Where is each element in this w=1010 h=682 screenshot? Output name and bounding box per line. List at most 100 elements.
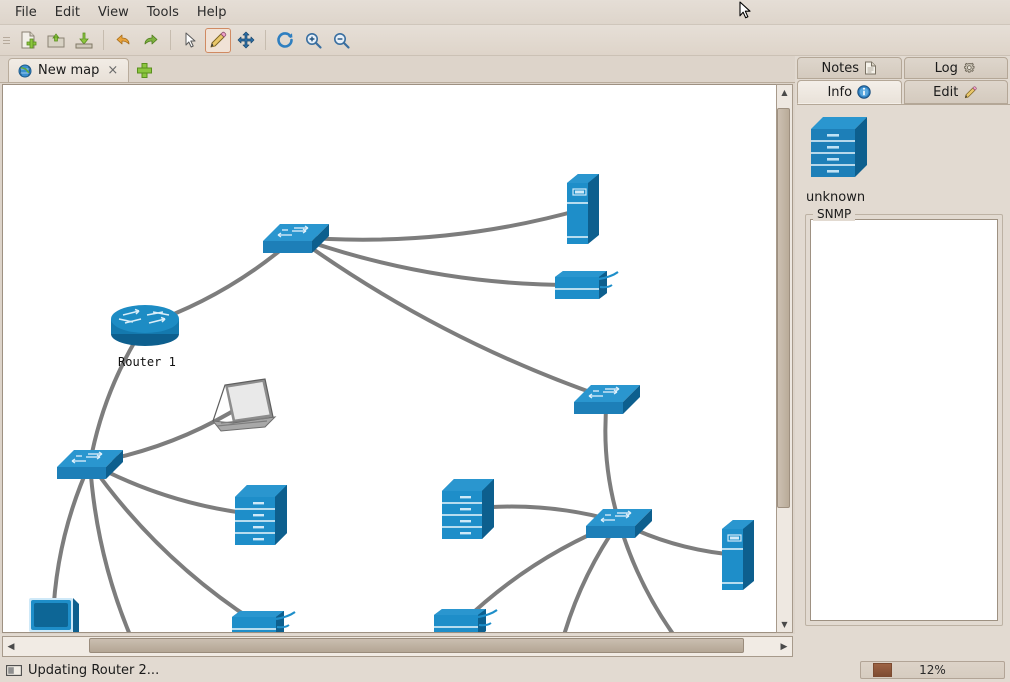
status-progress-icon xyxy=(6,664,22,676)
map-node-rack[interactable] xyxy=(235,485,287,545)
map-node-printer[interactable] xyxy=(434,609,498,633)
status-bar: Updating Router 2... xyxy=(0,658,1010,682)
network-link xyxy=(603,396,621,524)
progress-bar-label: 12% xyxy=(919,663,946,677)
progress-bar-pulse xyxy=(873,663,892,677)
snmp-content-area[interactable] xyxy=(810,219,998,621)
map-node-printer[interactable] xyxy=(232,611,296,633)
rack-cabinet-icon xyxy=(811,117,867,177)
pencil-icon xyxy=(210,31,227,48)
snmp-group-box: SNMP xyxy=(805,207,1003,626)
undo-button[interactable] xyxy=(110,28,136,53)
info-circle-icon xyxy=(857,85,871,99)
pencil-icon xyxy=(965,85,978,98)
panel-tab-row-top: Notes Log xyxy=(797,57,1010,79)
toolbar-separator xyxy=(265,30,266,50)
map-node-server[interactable] xyxy=(567,174,599,244)
zoom-in-button[interactable] xyxy=(300,28,326,53)
panel-tab-row-bottom: Info Edit xyxy=(797,80,1010,104)
select-tool-button[interactable] xyxy=(177,28,203,53)
map-node-laptop[interactable] xyxy=(211,378,277,432)
network-link xyxy=(294,207,585,242)
horizontal-scroll-track[interactable] xyxy=(19,638,776,655)
main-toolbar xyxy=(0,25,1010,56)
gear-icon xyxy=(964,62,975,73)
status-message: Updating Router 2... xyxy=(28,662,160,678)
menu-file[interactable]: File xyxy=(6,2,46,23)
map-canvas-area: Router 1 xyxy=(0,83,795,634)
vertical-scroll-thumb[interactable] xyxy=(777,108,790,508)
map-node-server[interactable] xyxy=(722,520,754,590)
save-disk-icon xyxy=(75,32,93,49)
map-tab-close-icon[interactable]: × xyxy=(105,63,120,78)
map-node-router[interactable] xyxy=(111,305,179,346)
map-tab-strip: New map × xyxy=(0,56,795,83)
undo-arrow-icon xyxy=(116,34,130,45)
network-link xyxy=(294,235,585,288)
canvas-horizontal-scrollbar[interactable]: ◀ ▶ xyxy=(2,636,793,657)
new-map-button[interactable] xyxy=(15,28,41,53)
refresh-icon xyxy=(277,32,293,48)
save-map-button[interactable] xyxy=(71,28,97,53)
zoom-out-icon xyxy=(334,33,350,49)
draw-tool-button[interactable] xyxy=(205,27,231,53)
info-panel-body: unknown SNMP Properties xyxy=(797,104,1010,682)
open-folder-icon xyxy=(47,33,65,48)
add-map-tab-button[interactable] xyxy=(133,59,155,81)
toolbar-drag-handle[interactable] xyxy=(2,29,11,51)
device-preview-icon xyxy=(805,111,1003,186)
toolbar-separator xyxy=(170,30,171,50)
map-tab-new-map[interactable]: New map × xyxy=(8,58,130,82)
device-name-label: unknown xyxy=(806,190,866,205)
application-window: File Edit View Tools Help New map × Rout… xyxy=(0,0,1010,682)
menu-bar: File Edit View Tools Help xyxy=(0,0,1010,25)
new-document-icon xyxy=(21,31,37,49)
map-node-switch[interactable] xyxy=(263,224,329,253)
status-message-group: Updating Router 2... xyxy=(6,663,159,678)
globe-icon xyxy=(18,64,32,77)
link-layer xyxy=(51,207,740,632)
network-link xyxy=(88,461,131,632)
scroll-left-arrow-icon[interactable]: ◀ xyxy=(3,638,19,655)
move-arrows-icon xyxy=(237,31,255,49)
map-node-label: Router 1 xyxy=(118,355,176,369)
menu-tools[interactable]: Tools xyxy=(138,2,188,23)
plus-icon xyxy=(136,62,152,78)
tab-info[interactable]: Info xyxy=(797,80,902,104)
zoom-in-icon xyxy=(306,33,322,49)
tab-log[interactable]: Log xyxy=(903,57,1008,79)
snmp-group-title: SNMP xyxy=(813,207,856,221)
scroll-right-arrow-icon[interactable]: ▶ xyxy=(776,638,792,655)
tab-edit-label: Edit xyxy=(933,84,959,100)
tab-edit[interactable]: Edit xyxy=(903,80,1008,104)
redo-arrow-icon xyxy=(144,34,158,45)
scroll-down-arrow-icon[interactable]: ▼ xyxy=(777,617,792,632)
redo-button[interactable] xyxy=(138,28,164,53)
menu-view[interactable]: View xyxy=(89,2,138,23)
network-link xyxy=(51,461,92,622)
tab-log-label: Log xyxy=(934,60,958,76)
menu-edit[interactable]: Edit xyxy=(46,2,89,23)
canvas-vertical-scrollbar[interactable]: ▲ ▼ xyxy=(776,84,793,633)
tab-notes[interactable]: Notes xyxy=(797,57,902,79)
network-link xyxy=(294,235,609,400)
horizontal-scroll-thumb[interactable] xyxy=(89,638,744,653)
note-page-icon xyxy=(865,61,877,75)
tab-notes-label: Notes xyxy=(821,60,860,76)
node-layer xyxy=(23,174,754,633)
open-map-button[interactable] xyxy=(43,28,69,53)
progress-bar: 12% xyxy=(860,661,1005,679)
scroll-up-arrow-icon[interactable]: ▲ xyxy=(777,85,792,100)
network-link xyxy=(562,520,621,632)
move-tool-button[interactable] xyxy=(233,28,259,53)
toolbar-separator xyxy=(103,30,104,50)
tab-info-label: Info xyxy=(827,84,853,100)
vertical-scroll-track[interactable] xyxy=(777,100,792,617)
map-node-desktop[interactable] xyxy=(23,598,88,633)
zoom-out-button[interactable] xyxy=(328,28,354,53)
refresh-button[interactable] xyxy=(272,28,298,53)
menu-help[interactable]: Help xyxy=(188,2,236,23)
map-node-rack[interactable] xyxy=(442,479,494,539)
map-node-printer[interactable] xyxy=(555,271,619,299)
network-map-canvas[interactable]: Router 1 xyxy=(2,84,776,633)
